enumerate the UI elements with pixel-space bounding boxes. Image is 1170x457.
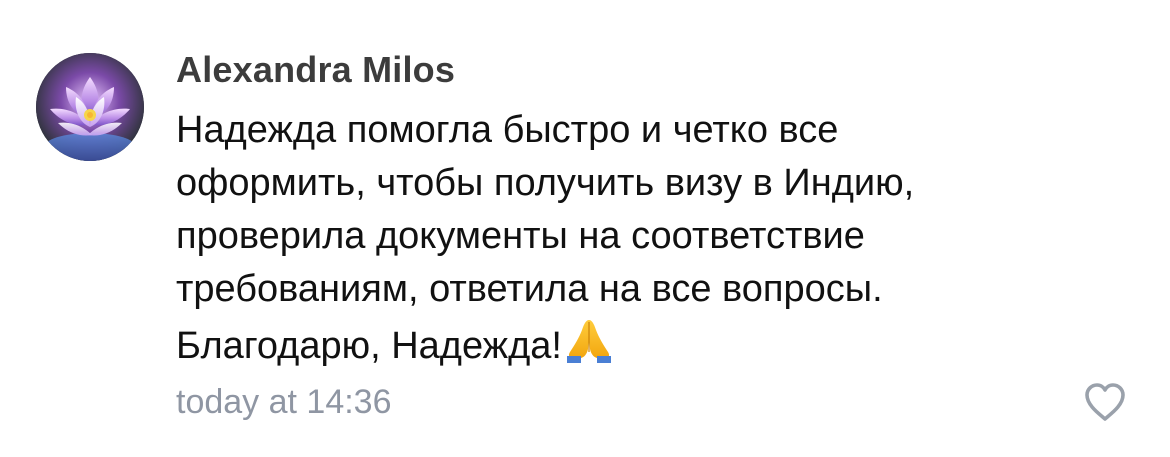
comment-text-line: требованиям, ответила на все вопросы. [176, 268, 883, 310]
comment-text: Надежда помогла быстро и четко все оформ… [176, 104, 1076, 373]
comment-text-last-line: Благодарю, Надежда! [176, 316, 1076, 373]
author-name[interactable]: Alexandra Milos [176, 48, 455, 92]
heart-outline-icon [1085, 383, 1125, 421]
like-button[interactable] [1082, 380, 1128, 424]
folded-hands-icon [564, 316, 614, 364]
comment: Alexandra Milos Надежда помогла быстро и… [0, 0, 1170, 457]
comment-text-line: проверила документы на соответствие [176, 215, 865, 257]
avatar[interactable] [36, 53, 144, 161]
lotus-flower-icon [36, 53, 144, 161]
comment-text-line: Благодарю, Надежда! [176, 325, 562, 367]
timestamp: today at 14:36 [176, 383, 392, 421]
comment-text-line: оформить, чтобы получить визу в Индию, [176, 162, 915, 204]
comment-text-line: Надежда помогла быстро и четко все [176, 109, 839, 151]
